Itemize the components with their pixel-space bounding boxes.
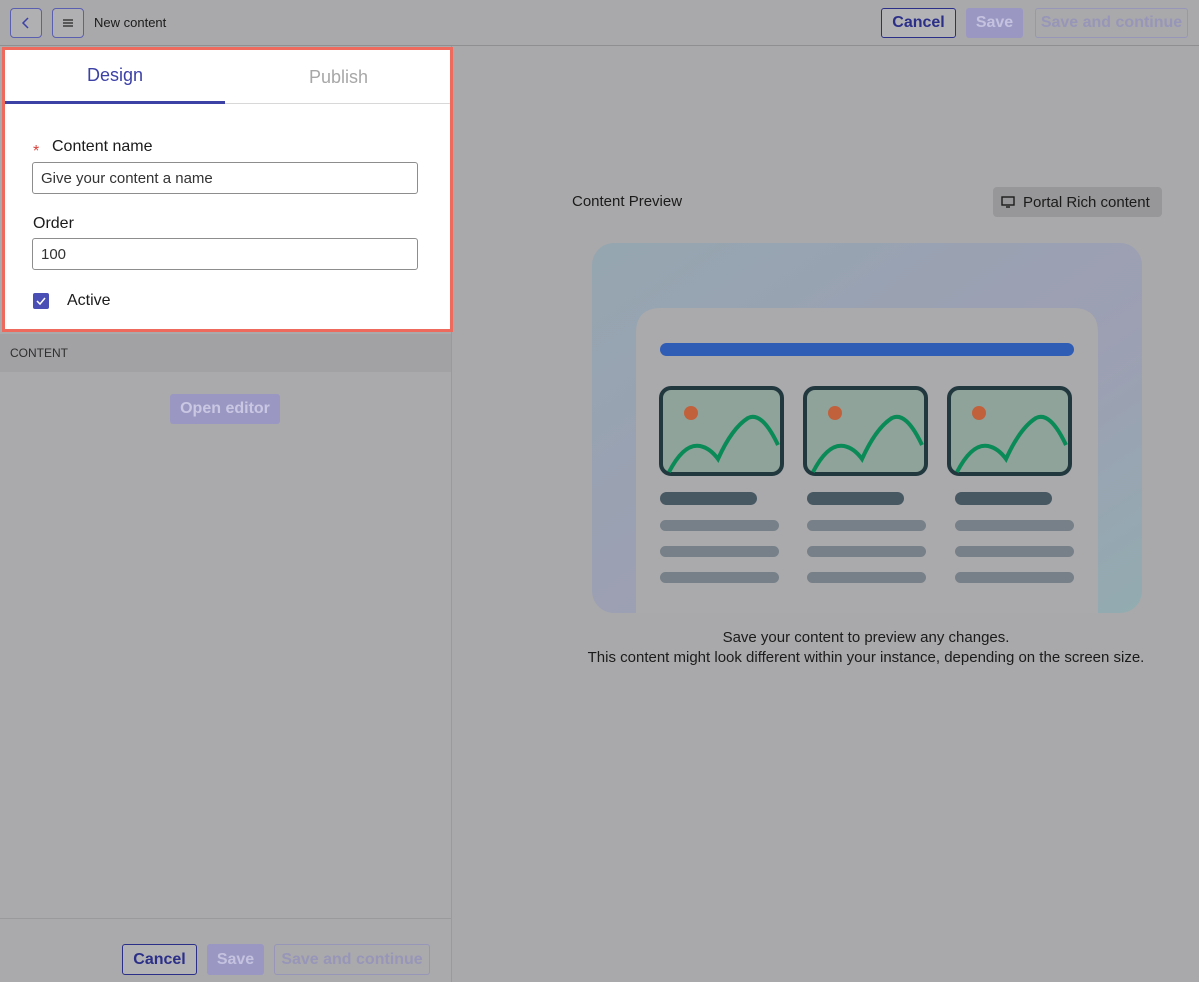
active-label: Active xyxy=(67,292,111,309)
footer-save-button[interactable]: Save xyxy=(207,944,264,975)
monitor-icon xyxy=(1001,196,1015,208)
footer-cancel-button[interactable]: Cancel xyxy=(122,944,197,975)
back-button[interactable] xyxy=(10,8,42,38)
preview-caption-line2: This content might look different within… xyxy=(587,649,1145,666)
checkmark-icon xyxy=(36,297,46,306)
preview-illustration xyxy=(592,243,1142,613)
footer-save-and-continue-button[interactable]: Save and continue xyxy=(274,944,430,975)
open-editor-button[interactable]: Open editor xyxy=(170,394,280,424)
cancel-button[interactable]: Cancel xyxy=(881,8,956,38)
content-name-input[interactable]: Give your content a name xyxy=(32,162,418,194)
design-form-card: Design Publish * Content name Give your … xyxy=(2,47,453,332)
save-and-continue-button[interactable]: Save and continue xyxy=(1035,8,1188,38)
back-icon xyxy=(21,17,29,29)
tab-design[interactable]: Design xyxy=(5,50,225,104)
preview-title: Content Preview xyxy=(572,193,683,210)
content-section-header: CONTENT xyxy=(0,334,451,372)
menu-button[interactable] xyxy=(52,8,84,38)
image-card-2 xyxy=(803,386,928,476)
menu-icon xyxy=(63,19,73,27)
left-footer: Cancel Save Save and continue xyxy=(0,918,451,982)
tab-bar: Design Publish xyxy=(5,50,450,104)
image-card-1 xyxy=(659,386,784,476)
required-marker: * xyxy=(33,143,40,160)
tab-publish[interactable]: Publish xyxy=(227,50,450,104)
content-type-label: Portal Rich content xyxy=(1023,193,1150,211)
content-type-badge[interactable]: Portal Rich content xyxy=(993,187,1162,217)
order-input[interactable]: 100 xyxy=(32,238,418,270)
top-bar: New content Cancel Save Save and continu… xyxy=(0,0,1199,46)
preview-caption-line1: Save your content to preview any changes… xyxy=(722,629,1010,646)
save-button[interactable]: Save xyxy=(966,8,1023,38)
order-label: Order xyxy=(33,215,74,232)
content-name-label: Content name xyxy=(52,138,153,155)
active-checkbox[interactable] xyxy=(33,293,49,309)
page-title: New content xyxy=(94,15,167,30)
image-card-3 xyxy=(947,386,1072,476)
